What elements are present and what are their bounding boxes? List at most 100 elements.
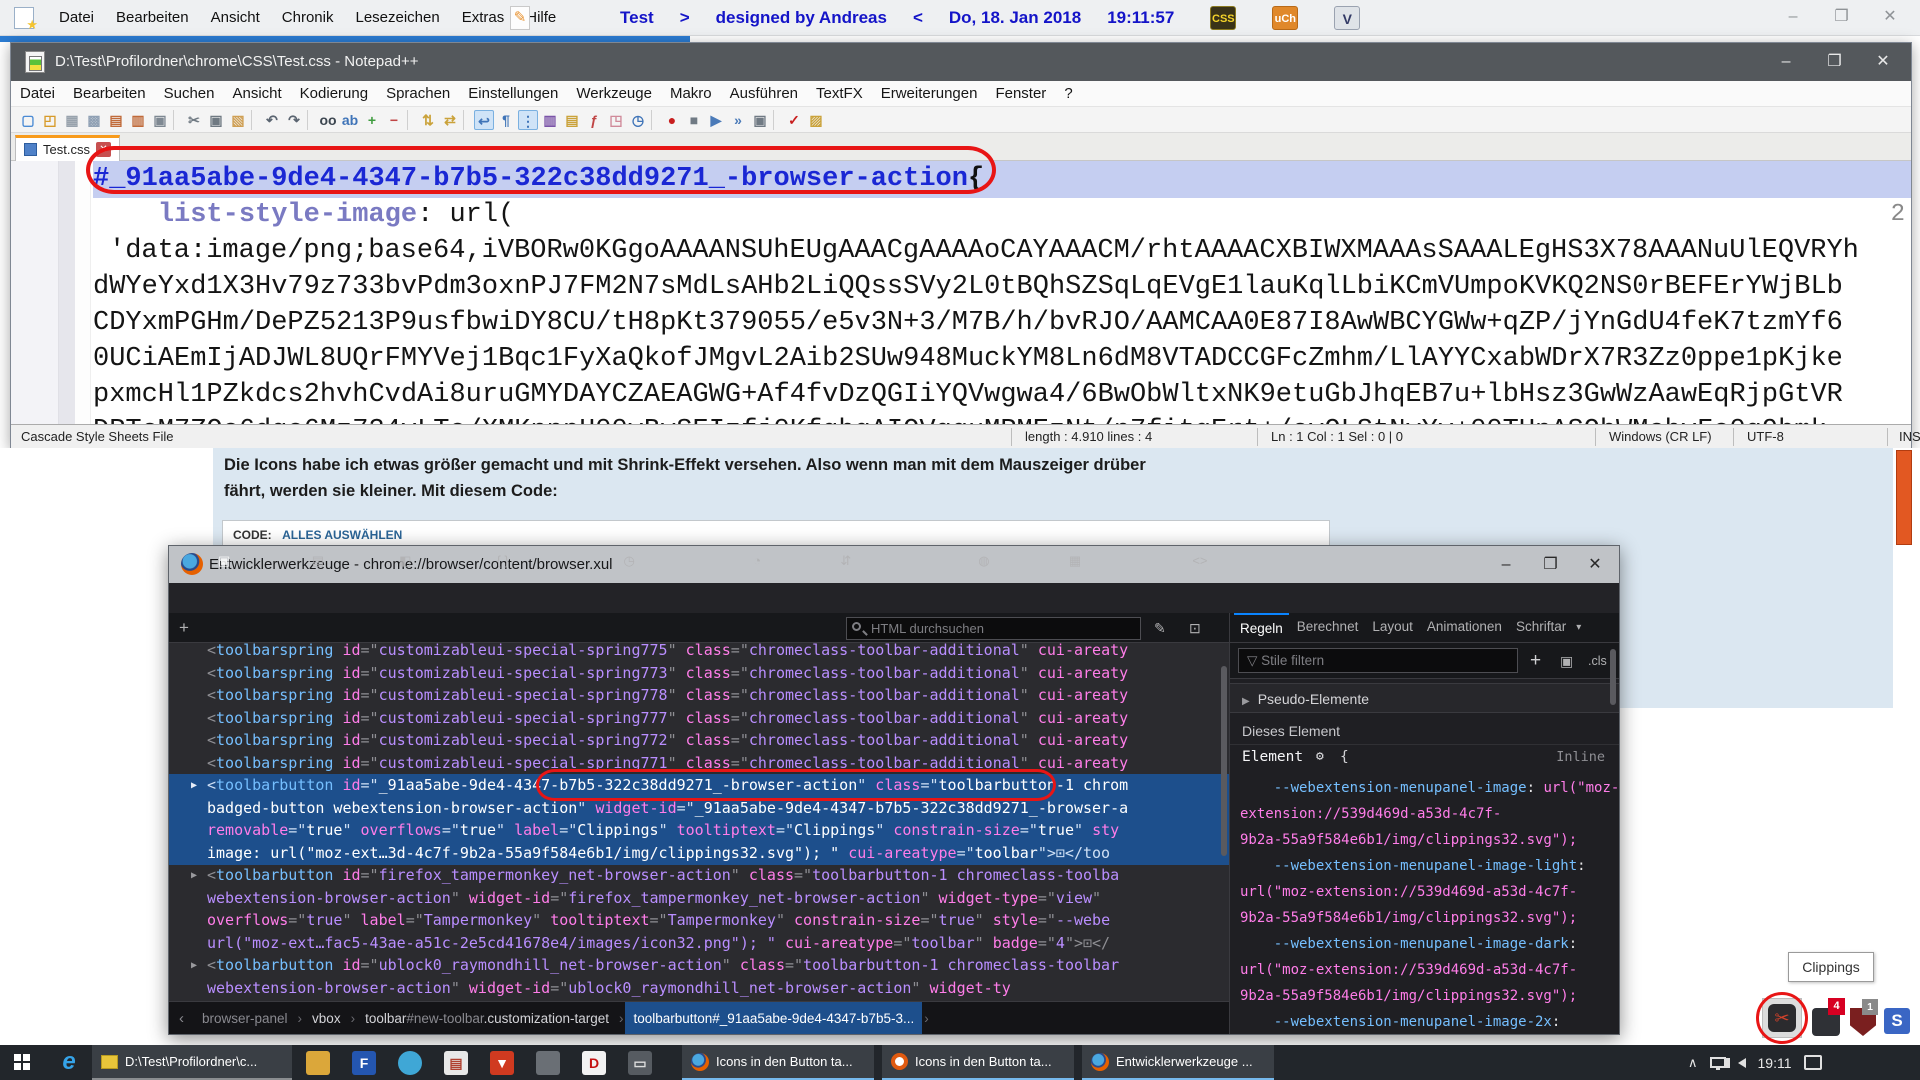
rule-declaration-line[interactable]: 9b2a-55a9f584e6b1/img/clippings32.svg"); <box>1230 983 1619 1009</box>
clock[interactable]: 19:11 <box>1758 1055 1792 1071</box>
npp-editor[interactable]: 1 2 #_91aa5abe-9de4-4347-b7b5-322c38dd92… <box>11 161 1911 424</box>
tab-test-css[interactable]: Test.css ✕ <box>15 135 120 161</box>
docs-icon[interactable]: ▨ <box>806 110 826 130</box>
task-devtools-button[interactable]: Entwicklerwerkzeuge ... <box>1082 1045 1274 1080</box>
markup-row[interactable]: ▶<toolbarbutton id="firefox_tampermonkey… <box>169 864 1229 887</box>
rule-declaration-line[interactable]: url("moz-extension://539d469d-a53d-4c7f- <box>1230 879 1619 905</box>
pin-sphere-app-icon[interactable] <box>398 1051 422 1075</box>
menu-datei[interactable]: Datei <box>59 0 94 36</box>
breadcrumb-item[interactable]: toolbar#new-toolbar.customization-target <box>357 1002 617 1035</box>
paste-icon[interactable]: ▧ <box>228 110 248 130</box>
pin-f-app-icon[interactable]: F <box>352 1051 376 1075</box>
sync-vertical-icon[interactable]: ⇅ <box>418 110 438 130</box>
devtools-close-button[interactable]: ✕ <box>1575 546 1615 583</box>
tray-chevron-icon[interactable]: ∧ <box>1688 1055 1698 1071</box>
npp-menu-datei[interactable]: Datei <box>20 81 55 107</box>
start-button[interactable] <box>0 1045 46 1080</box>
find-replace-icon[interactable]: ab <box>340 110 360 130</box>
pin-folder-icon[interactable] <box>306 1051 330 1075</box>
npp-minimize-button[interactable]: – <box>1764 43 1808 81</box>
show-symbols-icon[interactable]: ¶ <box>496 110 516 130</box>
sidebar-tab-animationen[interactable]: Animationen <box>1421 613 1508 643</box>
speaker-icon[interactable] <box>1738 1058 1746 1068</box>
monitor-icon[interactable]: ◷ <box>628 110 648 130</box>
npp-menu-fenster[interactable]: Fenster <box>995 81 1046 107</box>
markup-row[interactable]: <toolbarspring id="customizableui-specia… <box>169 752 1229 775</box>
action-center-icon[interactable] <box>1804 1055 1822 1070</box>
npp-titlebar[interactable]: D:\Test\Profilordner\chrome\CSS\Test.css… <box>11 43 1911 81</box>
expand-arrow-icon[interactable]: ▶ <box>191 954 197 977</box>
sidebar-tab-layout[interactable]: Layout <box>1366 613 1419 643</box>
npp-menu-makro[interactable]: Makro <box>670 81 712 107</box>
folder-workspace-icon[interactable]: ◳ <box>606 110 626 130</box>
devtools-minimize-button[interactable]: – <box>1486 546 1526 583</box>
menu-hilfe[interactable]: Hilfe <box>526 0 556 36</box>
zoom-out-icon[interactable]: − <box>384 110 404 130</box>
menu-ansicht[interactable]: Ansicht <box>211 0 260 36</box>
npp-menu-help[interactable]: ? <box>1064 81 1072 107</box>
task-icons-button-1-button[interactable]: Icons in den Button ta... <box>682 1045 874 1080</box>
copy-classes-icon[interactable]: ▣ <box>1560 643 1573 679</box>
markup-row-selected[interactable]: badged-button webextension-browser-actio… <box>169 797 1229 820</box>
clippings-icon[interactable]: ✂ <box>1768 1004 1796 1032</box>
print-icon[interactable]: ▣ <box>150 110 170 130</box>
stylish-icon[interactable]: S <box>1884 1008 1910 1034</box>
menu-lesezeichen[interactable]: Lesezeichen <box>355 0 439 36</box>
add-rule-button[interactable]: + <box>1530 643 1541 679</box>
add-node-button[interactable]: + <box>179 613 189 643</box>
rule-declaration-line[interactable]: 9b2a-55a9f584e6b1/img/clippings32.svg"); <box>1230 827 1619 853</box>
markup-view[interactable]: <toolbarspring id="customizableui-specia… <box>169 643 1229 1001</box>
doc-switcher-icon[interactable]: ▤ <box>562 110 582 130</box>
npp-menu-sprachen[interactable]: Sprachen <box>386 81 450 107</box>
css-addon-icon[interactable]: CSS <box>1210 6 1236 30</box>
display-icon[interactable] <box>1710 1057 1726 1068</box>
open-file-icon[interactable]: ◰ <box>40 110 60 130</box>
html-search-input[interactable]: HTML durchsuchen <box>846 617 1141 640</box>
markup-row-selected[interactable]: ▶<toolbarbutton id="_91aa5abe-9de4-4347-… <box>169 774 1229 797</box>
close-button[interactable]: ✕ <box>1868 0 1912 34</box>
sidebar-tab-regeln[interactable]: Regeln <box>1234 613 1289 643</box>
markup-row[interactable]: <toolbarspring id="customizableui-specia… <box>169 684 1229 707</box>
breadcrumb-back-icon[interactable]: ‹ <box>169 1010 194 1027</box>
npp-restore-button[interactable]: ❐ <box>1813 43 1857 81</box>
explorer-task-button[interactable]: D:\Test\Profilordner\c... <box>92 1045 292 1080</box>
zoom-in-icon[interactable]: + <box>362 110 382 130</box>
tab-close-icon[interactable]: ✕ <box>96 142 111 157</box>
restore-button[interactable]: ❐ <box>1820 0 1864 34</box>
rule-declaration-line[interactable]: 9b2a-55a9f584e6b1/img/clippings32.svg"); <box>1230 905 1619 931</box>
devtools-restore-button[interactable]: ❐ <box>1531 546 1571 583</box>
close-all-icon[interactable]: ▥ <box>128 110 148 130</box>
task-icons-button-2-button[interactable]: Icons in den Button ta... <box>882 1045 1074 1080</box>
select-all-link[interactable]: ALLES AUSWÄHLEN <box>282 528 402 542</box>
rule-declaration-line[interactable]: extension://539d469d-a53d-4c7f- <box>1230 801 1619 827</box>
word-wrap-icon[interactable]: ↩ <box>474 110 494 130</box>
pin-editor-icon[interactable]: ▤ <box>444 1051 468 1075</box>
edit-note-icon[interactable]: ✎ <box>510 6 530 30</box>
rule-declaration-line[interactable]: --webextension-menupanel-image-2x: <box>1230 1009 1619 1034</box>
markup-row[interactable]: url("moz-ext…fac5-43ae-a51c-2e5cd41678e4… <box>169 932 1229 955</box>
rule-declaration-line[interactable]: --webextension-menupanel-image-light: <box>1230 853 1619 879</box>
sidebar-tab-berechnet[interactable]: Berechnet <box>1291 613 1365 643</box>
close-icon[interactable]: ▤ <box>106 110 126 130</box>
markup-row[interactable]: <toolbarspring id="customizableui-specia… <box>169 729 1229 752</box>
save-macro-icon[interactable]: ▣ <box>750 110 770 130</box>
pin-download-arrow-icon[interactable]: ▼ <box>490 1051 514 1075</box>
npp-menu-kodierung[interactable]: Kodierung <box>300 81 368 107</box>
npp-close-button[interactable]: ✕ <box>1861 43 1905 81</box>
markup-row[interactable]: overflows="true" label="Tampermonkey" to… <box>169 909 1229 932</box>
style-filter-input[interactable]: ▽ Stile filtern <box>1238 648 1518 673</box>
npp-menu-einstellungen[interactable]: Einstellungen <box>468 81 558 107</box>
menu-bearbeiten[interactable]: Bearbeiten <box>116 0 189 36</box>
undo-icon[interactable]: ↶ <box>262 110 282 130</box>
pin-printer-icon[interactable]: ▭ <box>628 1051 652 1075</box>
markup-row[interactable]: <toolbarspring id="customizableui-specia… <box>169 643 1229 662</box>
eyedropper-icon[interactable]: ✎ <box>1154 613 1166 643</box>
save-icon[interactable]: ▦ <box>62 110 82 130</box>
edge-icon[interactable]: e <box>52 1047 86 1078</box>
rule-declaration-line[interactable]: --webextension-menupanel-image: url("moz… <box>1230 775 1619 801</box>
breadcrumb-item[interactable]: vbox <box>304 1002 349 1035</box>
npp-menu-ansicht[interactable]: Ansicht <box>232 81 281 107</box>
npp-menu-werkzeuge[interactable]: Werkzeuge <box>576 81 652 107</box>
doc-map-icon[interactable]: ▥ <box>540 110 560 130</box>
function-list-icon[interactable]: ƒ <box>584 110 604 130</box>
